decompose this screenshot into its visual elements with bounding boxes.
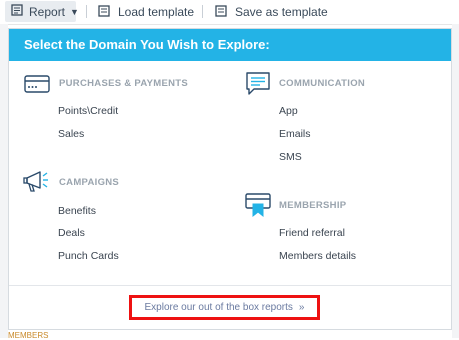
toolbar-divider	[86, 5, 87, 18]
save-template-label: Save as template	[235, 5, 328, 19]
link-app[interactable]: App	[279, 105, 298, 117]
modal-header: Select the Domain You Wish to Explore:	[9, 29, 451, 61]
load-template-icon	[98, 4, 110, 20]
report-button[interactable]: Report ▼	[5, 1, 79, 22]
megaphone-icon	[23, 168, 51, 199]
link-deals[interactable]: Deals	[58, 227, 85, 239]
link-members-details[interactable]: Members details	[279, 250, 356, 262]
load-template-label: Load template	[118, 5, 195, 19]
link-emails[interactable]: Emails	[279, 128, 311, 140]
modal-title: Select the Domain You Wish to Explore:	[24, 37, 270, 52]
report-icon	[11, 4, 23, 19]
report-label: Report	[29, 4, 66, 19]
link-sms[interactable]: SMS	[279, 151, 302, 163]
link-points-credit[interactable]: Points\Credit	[58, 105, 118, 117]
section-title-campaigns: CAMPAIGNS	[59, 177, 120, 188]
explore-domain-modal: Select the Domain You Wish to Explore: P…	[8, 28, 452, 330]
double-chevron-right-icon: »	[298, 302, 305, 313]
save-template-icon	[215, 4, 227, 20]
load-template-button[interactable]: Load template	[98, 0, 194, 24]
explore-reports-button[interactable]: Explore our out of the box reports »	[129, 295, 320, 320]
link-punch-cards[interactable]: Punch Cards	[58, 250, 119, 262]
background-label: MEMBERS	[8, 331, 49, 340]
chevron-down-icon: ▼	[70, 6, 79, 17]
save-template-button[interactable]: Save as template	[215, 0, 328, 24]
toolbar: Report ▼ Load template Save as template	[0, 0, 459, 25]
link-friend-referral[interactable]: Friend referral	[279, 227, 345, 239]
toolbar-divider	[202, 5, 203, 18]
background-right	[452, 24, 459, 338]
link-sales[interactable]: Sales	[58, 128, 84, 140]
section-title-membership: MEMBERSHIP	[279, 200, 347, 211]
credit-card-icon	[24, 75, 50, 98]
chat-bubble-icon	[245, 71, 271, 102]
explore-reports-link[interactable]: Explore our out of the box reports	[145, 302, 293, 313]
footer-divider	[9, 285, 451, 286]
section-title-communication: COMMUNICATION	[279, 78, 366, 89]
membership-card-icon	[245, 192, 271, 223]
background-left	[0, 24, 8, 338]
section-title-purchases: PURCHASES & PAYMENTS	[59, 78, 188, 89]
link-benefits[interactable]: Benefits	[58, 205, 96, 217]
